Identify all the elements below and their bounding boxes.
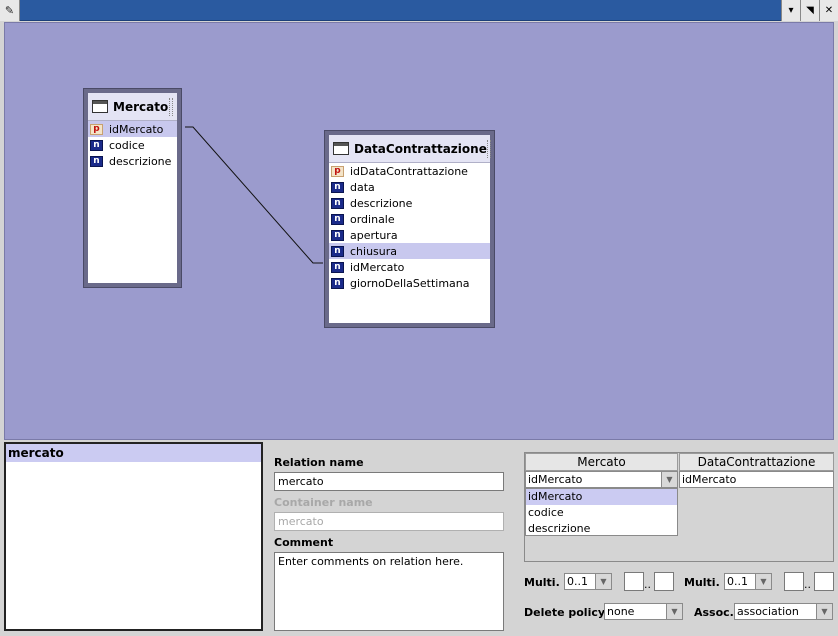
relation-name-input[interactable]: mercato: [274, 472, 504, 491]
attribute-name: descrizione: [350, 196, 413, 210]
range-separator: ..: [804, 578, 811, 591]
entity-header[interactable]: DataContrattazione: [329, 135, 491, 163]
primary-key-icon: p: [331, 165, 344, 177]
multi-right-max-input[interactable]: [814, 572, 834, 591]
drag-handle-icon[interactable]: [169, 97, 173, 116]
mapping-right-header: DataContrattazione: [679, 453, 834, 471]
primary-key-icon: p: [90, 123, 103, 135]
attribute-name: descrizione: [109, 154, 172, 168]
attribute-name: idMercato: [350, 260, 405, 274]
attribute-row[interactable]: n codice: [88, 137, 177, 153]
multi-right-label: Multi.: [684, 576, 720, 589]
range-separator: ..: [644, 578, 651, 591]
attribute-name: data: [350, 180, 375, 194]
dropdown-option[interactable]: codice: [526, 505, 677, 521]
multi-right-value: 0..1: [727, 575, 748, 588]
entity-mercato[interactable]: Mercato p idMercato n codice n descrizione: [84, 89, 181, 287]
assoc-label: Assoc.: [694, 606, 734, 619]
mapping-left-header: Mercato: [525, 453, 678, 471]
attribute-name: chiusura: [350, 244, 398, 258]
comment-textarea[interactable]: Enter comments on relation here.: [274, 552, 504, 631]
diagram-canvas[interactable]: Mercato p idMercato n codice n descrizione Da…: [4, 22, 834, 440]
nullable-field-icon: n: [331, 261, 344, 273]
delete-policy-label: Delete policy: [524, 606, 606, 619]
nullable-field-icon: n: [331, 181, 344, 193]
attribute-row[interactable]: n ordinale: [329, 211, 490, 227]
container-name-input: mercato: [274, 512, 504, 531]
dropdown-option[interactable]: idMercato: [526, 489, 677, 505]
multi-right-min-input[interactable]: [784, 572, 804, 591]
multi-left-select[interactable]: 0..1 ▼: [564, 573, 612, 590]
multi-left-value: 0..1: [567, 575, 588, 588]
chevron-down-icon[interactable]: ▼: [755, 574, 771, 589]
assoc-value: association: [737, 605, 799, 618]
window-titlebar: ✎ ▾ ◥ ✕: [0, 0, 838, 21]
maximize-icon[interactable]: ◥: [800, 0, 819, 21]
nullable-field-icon: n: [331, 213, 344, 225]
attribute-row[interactable]: n giornoDellaSettimana: [329, 275, 490, 291]
attribute-row[interactable]: n descrizione: [88, 153, 177, 169]
delete-policy-value: none: [607, 605, 635, 618]
relations-list[interactable]: mercato: [4, 442, 263, 631]
relation-name-label: Relation name: [274, 456, 364, 469]
delete-policy-select[interactable]: none ▼: [604, 603, 683, 620]
attribute-name: giornoDellaSettimana: [350, 276, 470, 290]
attribute-row[interactable]: n apertura: [329, 227, 490, 243]
attribute-row[interactable]: n chiusura: [329, 243, 490, 259]
drag-handle-icon[interactable]: [486, 139, 491, 158]
mapping-right-field[interactable]: idMercato: [679, 471, 834, 488]
attribute-list: p idDataContrattazione n data n descrizione n o…: [329, 163, 490, 291]
attribute-row[interactable]: n idMercato: [329, 259, 490, 275]
entity-title: Mercato: [113, 99, 169, 114]
multi-left-max-input[interactable]: [654, 572, 674, 591]
attribute-name: idDataContrattazione: [350, 164, 468, 178]
chevron-down-icon[interactable]: ▼: [595, 574, 611, 589]
nullable-field-icon: n: [90, 155, 103, 167]
mapping-left-options[interactable]: idMercato codice descrizione: [525, 488, 678, 536]
multi-right-select[interactable]: 0..1 ▼: [724, 573, 772, 590]
attribute-name: ordinale: [350, 212, 395, 226]
nullable-field-icon: n: [331, 245, 344, 257]
attribute-row[interactable]: p idMercato: [88, 121, 177, 137]
nullable-field-icon: n: [331, 277, 344, 289]
dropdown-option[interactable]: descrizione: [526, 521, 677, 537]
join-mapping-panel: Mercato DataContrattazione idMercato ▼ i…: [524, 452, 834, 562]
close-icon[interactable]: ✕: [819, 0, 838, 21]
attribute-list: p idMercato n codice n descrizione: [88, 121, 177, 169]
chevron-down-icon[interactable]: ▼: [661, 472, 677, 487]
attribute-name: idMercato: [109, 122, 164, 136]
assoc-select[interactable]: association ▼: [734, 603, 833, 620]
container-name-label: Container name: [274, 496, 373, 509]
mapping-left-select[interactable]: idMercato ▼: [525, 471, 678, 488]
entity-header[interactable]: Mercato: [88, 93, 177, 121]
nullable-field-icon: n: [90, 139, 103, 151]
table-icon: [92, 100, 108, 113]
attribute-name: apertura: [350, 228, 398, 242]
chevron-down-icon[interactable]: ▼: [666, 604, 682, 619]
nullable-field-icon: n: [331, 229, 344, 241]
attribute-row[interactable]: n data: [329, 179, 490, 195]
attribute-row[interactable]: n descrizione: [329, 195, 490, 211]
pin-icon[interactable]: ✎: [0, 0, 20, 21]
minimize-icon[interactable]: ▾: [781, 0, 800, 21]
nullable-field-icon: n: [331, 197, 344, 209]
attribute-row[interactable]: p idDataContrattazione: [329, 163, 490, 179]
mapping-left-value: idMercato: [528, 473, 583, 486]
comment-label: Comment: [274, 536, 334, 549]
list-item[interactable]: mercato: [6, 444, 261, 462]
chevron-down-icon[interactable]: ▼: [816, 604, 832, 619]
entity-title: DataContrattazione: [354, 141, 487, 156]
attribute-name: codice: [109, 138, 145, 152]
entity-datacontrattazione[interactable]: DataContrattazione p idDataContrattazione…: [325, 131, 494, 327]
multi-left-label: Multi.: [524, 576, 560, 589]
table-icon: [333, 142, 349, 155]
multi-left-min-input[interactable]: [624, 572, 644, 591]
